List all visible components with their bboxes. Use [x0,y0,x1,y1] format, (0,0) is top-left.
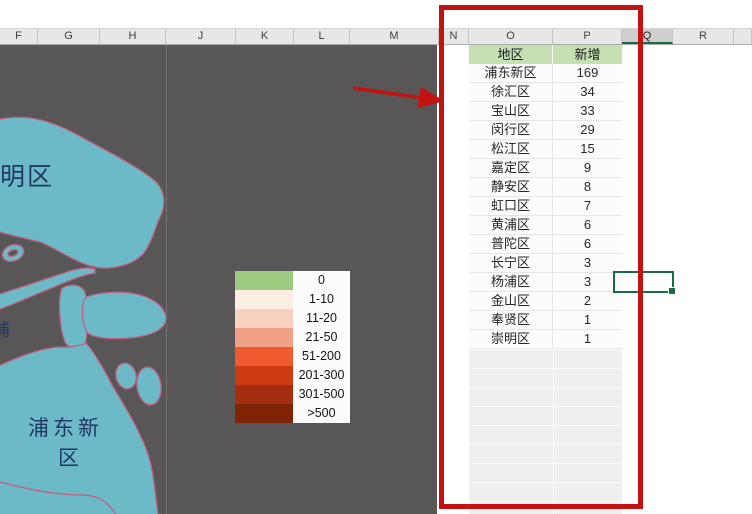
legend-row: 301-500 [235,385,350,404]
column-header-L[interactable]: L [294,29,350,44]
legend-label: >500 [293,404,350,423]
map-label-pudong-1: 浦东新 [28,416,103,440]
map-label-pudong-2: 区 [58,446,79,470]
spreadsheet: FGHJKLMNOPQR 明区 浦 浦东新 区 0 1-10 11-20 21-… [0,0,752,514]
map-island-chongming [0,116,165,269]
legend-label: 11-20 [293,309,350,328]
map-slab-region [81,291,167,340]
legend-swatch [235,366,293,385]
map-shoal-2 [136,366,162,406]
legend-swatch [235,271,293,290]
legend-row: 51-200 [235,347,350,366]
column-header-J[interactable]: J [166,29,236,44]
legend-swatch [235,347,293,366]
legend-swatch [235,309,293,328]
map-legend[interactable]: 0 1-10 11-20 21-50 51-200 201-300 301-500 >500 [235,271,350,423]
legend-row: >500 [235,404,350,423]
legend-label: 51-200 [293,347,350,366]
map-picture[interactable]: 明区 浦 浦东新 区 [0,45,167,514]
column-header-K[interactable]: K [236,29,294,44]
legend-row: 1-10 [235,290,350,309]
legend-label: 0 [293,271,350,290]
column-header-G[interactable]: G [38,29,100,44]
legend-label: 301-500 [293,385,350,404]
legend-swatch [235,404,293,423]
column-header-R[interactable]: R [673,29,734,44]
legend-row: 201-300 [235,366,350,385]
legend-swatch [235,385,293,404]
legend-swatch [235,328,293,347]
map-label-pu: 浦 [0,321,10,340]
column-header-H[interactable]: H [100,29,166,44]
map-label-chongming: 明区 [0,164,54,191]
legend-label: 21-50 [293,328,350,347]
highlight-rectangle-annotation[interactable] [439,5,643,509]
legend-swatch [235,290,293,309]
legend-label: 201-300 [293,366,350,385]
legend-row: 11-20 [235,309,350,328]
legend-row: 0 [235,271,350,290]
legend-row: 21-50 [235,328,350,347]
map-shoal-1 [115,362,137,390]
column-header-blank[interactable] [734,29,752,44]
arrow-annotation[interactable] [345,80,450,108]
column-header-M[interactable]: M [350,29,439,44]
legend-label: 1-10 [293,290,350,309]
fill-handle[interactable] [668,287,676,295]
column-header-F[interactable]: F [0,29,38,44]
